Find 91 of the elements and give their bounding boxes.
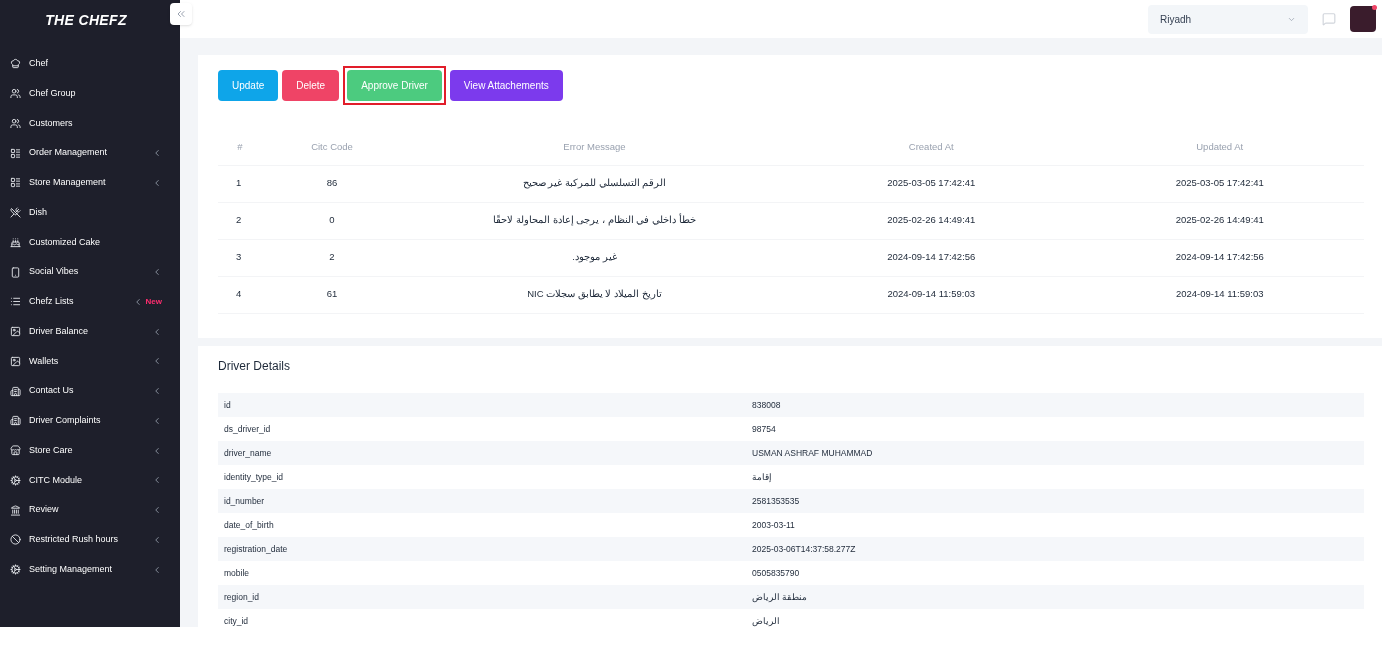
sidebar-item[interactable]: Restricted Rush hours	[0, 525, 180, 555]
cake-icon	[10, 236, 21, 248]
table-cell: 2025-02-26 14:49:41	[1075, 202, 1364, 239]
sidebar-item[interactable]: Setting Management	[0, 554, 180, 585]
detail-value: 98754	[752, 422, 776, 436]
gear-icon	[10, 564, 21, 576]
table-cell: 2025-02-26 14:49:41	[787, 202, 1076, 239]
image-icon	[10, 326, 21, 338]
sidebar-item[interactable]: Store Management	[0, 168, 180, 198]
table-cell: غير موجود.	[402, 239, 787, 276]
sidebar-item[interactable]: Chef	[0, 49, 180, 79]
sidebar-item[interactable]: CITC Module	[0, 465, 180, 496]
table-cell: 1	[218, 165, 262, 202]
column-header: Error Message	[402, 129, 787, 165]
table-cell: 2024-09-14 11:59:03	[787, 276, 1076, 313]
detail-value: منطقة الرياض	[752, 590, 808, 604]
detail-key: region_id	[218, 590, 752, 604]
sidebar-item[interactable]: Social Vibes	[0, 257, 180, 287]
table-cell: 2024-09-14 11:59:03	[1075, 276, 1364, 313]
phone-icon	[10, 266, 21, 278]
sidebar-item[interactable]: Wallets	[0, 346, 180, 377]
detail-key: ds_driver_id	[218, 422, 752, 436]
table-cell: 2025-03-05 17:42:41	[1075, 165, 1364, 202]
action-button[interactable]: View Attachements	[449, 70, 563, 101]
building-icon	[10, 415, 21, 427]
action-button[interactable]: Delete	[282, 70, 340, 101]
table-cell: 2024-09-14 17:42:56	[1075, 239, 1364, 276]
sidebar-item[interactable]: Store Care	[0, 435, 180, 466]
detail-value: 2581353535	[752, 494, 800, 508]
table-cell: 2	[218, 202, 262, 239]
sidebar-item[interactable]: Customized Cake	[0, 227, 180, 258]
avatar[interactable]	[1350, 6, 1376, 32]
sidebar-item[interactable]: Contact Us	[0, 376, 180, 406]
sidebar-item[interactable]: Chef Group	[0, 78, 180, 109]
detail-value: 2003-03-11	[752, 518, 795, 532]
utensils-icon	[10, 207, 21, 219]
section-title: Driver Details	[218, 358, 291, 374]
chef-hat-icon	[10, 58, 21, 70]
column-header: Citc Code	[262, 129, 402, 165]
table-cell: 4	[218, 276, 262, 313]
sidebar-item[interactable]: Dish	[0, 197, 180, 228]
detail-value: USMAN ASHRAF MUHAMMAD	[752, 446, 873, 460]
message-icon[interactable]	[1322, 12, 1336, 26]
brand-logo: THE CHEFZ	[45, 10, 127, 30]
table-cell: 86	[262, 165, 402, 202]
column-header: Created At	[787, 129, 1076, 165]
column-header: Updated At	[1075, 129, 1364, 165]
sidebar-item[interactable]: Driver Balance	[0, 316, 180, 347]
list-icon	[10, 296, 21, 308]
sidebar-item[interactable]: Customers	[0, 108, 180, 139]
detail-key: driver_name	[218, 446, 752, 460]
sidebar-item[interactable]: Review	[0, 495, 180, 525]
city-select[interactable]: Riyadh	[1148, 4, 1308, 34]
table-cell: خطأ داخلي في النظام ، يرجى إعادة المحاولة لاحقًا	[402, 202, 787, 239]
users-icon	[10, 117, 21, 129]
detail-key: identity_type_id	[218, 470, 752, 484]
detail-key: registration_date	[218, 542, 752, 556]
detail-value: 838008	[752, 398, 781, 412]
detail-key: mobile	[218, 566, 752, 580]
table-cell: تاريخ الميلاد لا يطابق سجلات NIC	[402, 276, 787, 313]
bank-icon	[10, 504, 21, 516]
sidebar-item[interactable]: Driver Complaints	[0, 406, 180, 436]
detail-value: 0505835790	[752, 566, 800, 580]
table-cell: 2025-03-05 17:42:41	[787, 165, 1076, 202]
list-icon	[10, 147, 21, 159]
detail-value: الرياض	[752, 614, 780, 627]
detail-key: city_id	[218, 614, 752, 627]
list-icon	[10, 177, 21, 189]
store-icon	[10, 445, 21, 457]
sidebar-item[interactable]: Chefz Lists New	[0, 287, 180, 317]
detail-key: id	[218, 398, 752, 412]
image-icon	[10, 355, 21, 367]
building-icon	[10, 385, 21, 397]
sidebar-item[interactable]: Order Management	[0, 138, 180, 168]
detail-value: 2025-03-06T14:37:58.277Z	[752, 542, 856, 556]
table-cell: الرقم التسلسلي للمركبة غير صحيح	[402, 165, 787, 202]
ban-icon	[10, 534, 21, 546]
column-header: #	[218, 129, 262, 165]
table-cell: 2024-09-14 17:42:56	[787, 239, 1076, 276]
table-cell: 61	[262, 276, 402, 313]
new-label: New	[145, 295, 162, 308]
table-cell: 0	[262, 202, 402, 239]
gear-icon	[10, 474, 21, 486]
users-icon	[10, 88, 21, 100]
table-cell: 3	[218, 239, 262, 276]
double-chevron-icon	[175, 8, 187, 20]
detail-key: date_of_birth	[218, 518, 752, 532]
detail-key: id_number	[218, 494, 752, 508]
collapse-button[interactable]	[170, 3, 192, 25]
table-cell: 2	[262, 239, 402, 276]
detail-value: إقامة	[752, 470, 772, 484]
